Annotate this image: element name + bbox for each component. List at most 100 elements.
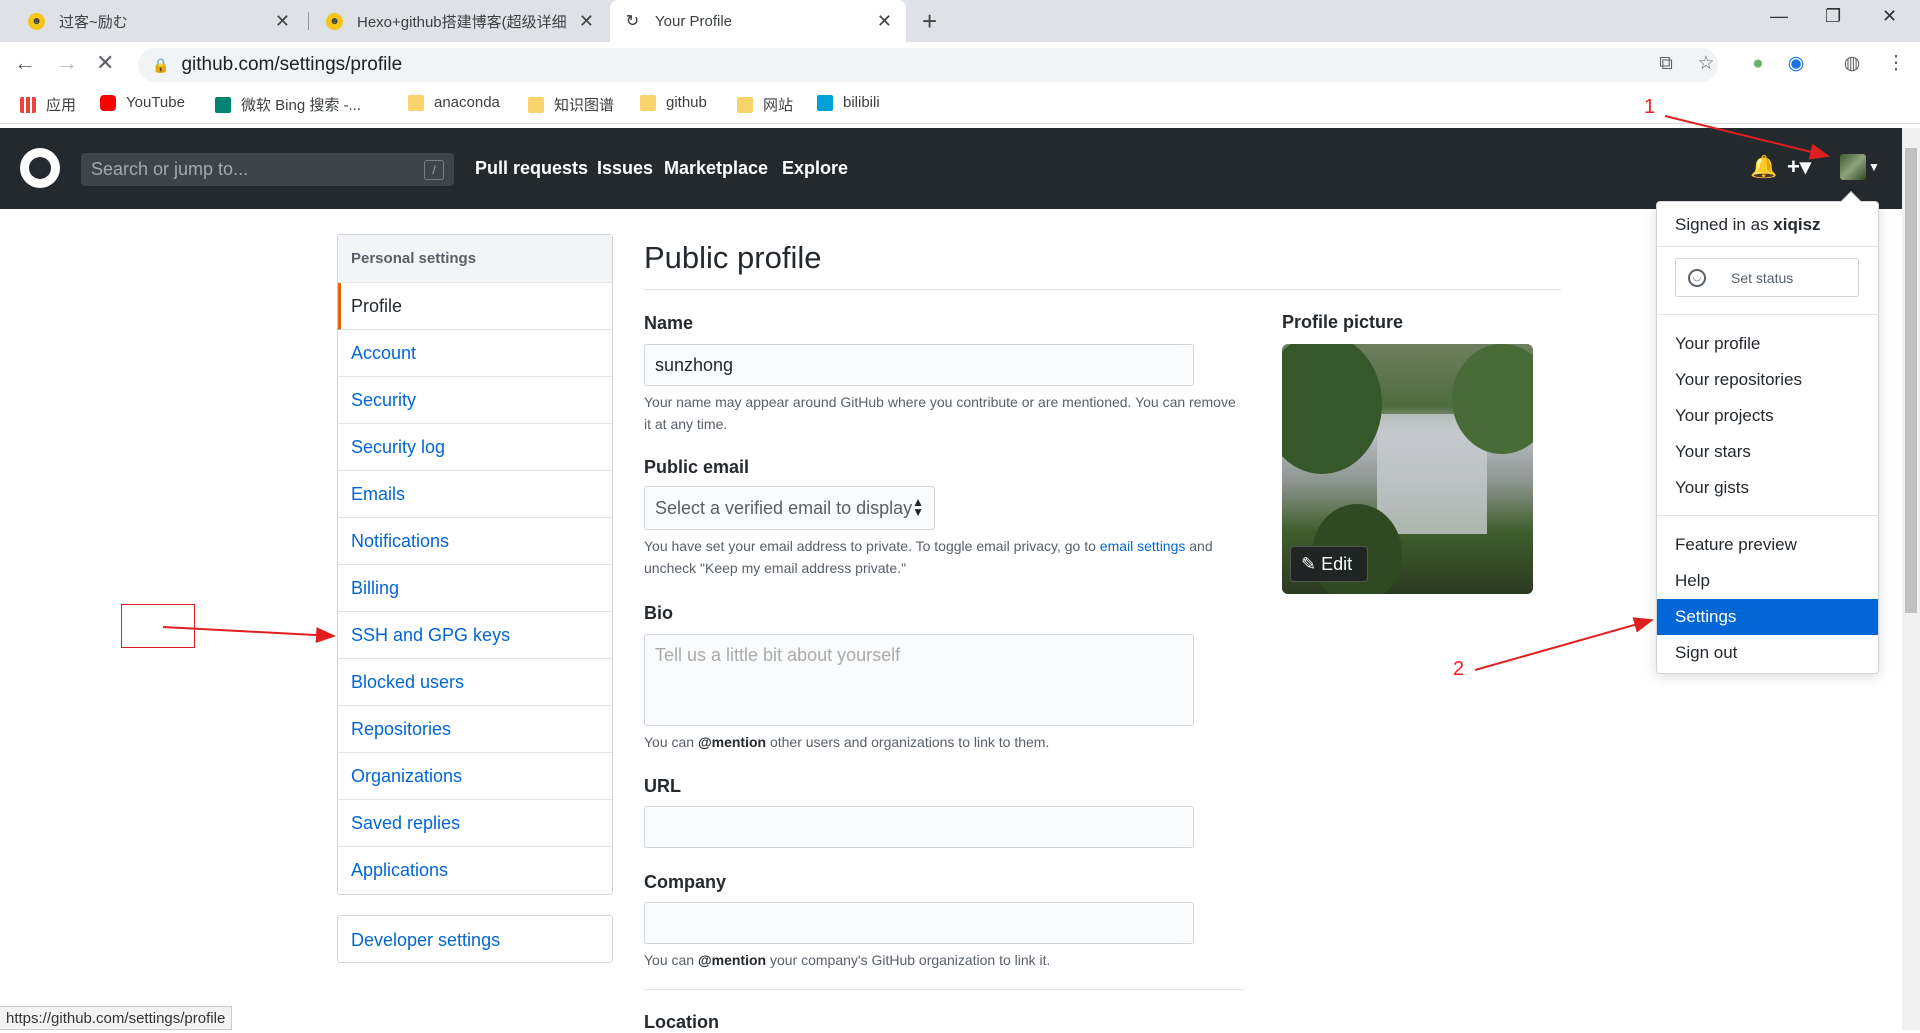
menu-sign-out[interactable]: Sign out	[1657, 635, 1878, 671]
minimize-icon[interactable]: —	[1770, 6, 1788, 27]
bookmark-folder[interactable]: 网站	[737, 94, 793, 115]
menu-your-stars[interactable]: Your stars	[1657, 434, 1878, 470]
bio-placeholder: Tell us a little bit about yourself	[655, 645, 901, 665]
public-email-select[interactable]: Select a verified email to display ▲ ▼	[644, 486, 935, 530]
sidebar-item-security-log[interactable]: Security log	[338, 424, 612, 471]
photo-tree	[1282, 344, 1382, 474]
close-tab-icon[interactable]: ✕	[877, 11, 892, 32]
browser-toolbar: ← → ✕ 🔒 github.com/settings/profile ⧉ ☆ …	[0, 42, 1920, 86]
menu-feature-preview[interactable]: Feature preview	[1657, 527, 1878, 563]
scrollbar-thumb[interactable]	[1905, 148, 1917, 613]
close-tab-icon[interactable]: ✕	[579, 11, 594, 32]
menu-your-gists[interactable]: Your gists	[1657, 470, 1878, 506]
avatar[interactable]	[1840, 154, 1866, 180]
nav-marketplace[interactable]: Marketplace	[664, 158, 768, 179]
email-settings-link[interactable]: email settings	[1100, 538, 1186, 554]
sidebar-item-ssh-gpg-keys[interactable]: SSH and GPG keys	[338, 612, 612, 659]
plus-dropdown-icon[interactable]: +▾	[1787, 154, 1811, 180]
menu-help[interactable]: Help	[1657, 563, 1878, 599]
bookmark-label: YouTube	[126, 94, 185, 111]
public-email-selected: Select a verified email to display	[655, 498, 913, 518]
bookmark-bing[interactable]: 微软 Bing 搜索 -...	[215, 94, 361, 115]
dropdown-divider	[1657, 515, 1878, 516]
user-dropdown-menu: Signed in as xiqisz ◡ Set status Your pro…	[1656, 191, 1879, 674]
mention-text: @mention	[697, 952, 767, 968]
signed-in-text: Signed in as	[1675, 215, 1774, 234]
menu-your-repositories[interactable]: Your repositories	[1657, 362, 1878, 398]
name-label: Name	[644, 313, 694, 333]
back-icon[interactable]: ←	[14, 50, 36, 76]
bing-icon	[215, 96, 231, 113]
page-scrollbar[interactable]	[1902, 128, 1920, 1030]
bookmark-folder[interactable]: anaconda	[408, 94, 500, 111]
bookmark-folder[interactable]: 知识图谱	[528, 94, 614, 115]
extension-icon[interactable]: ●	[1746, 52, 1770, 76]
tab-favicon-icon: ☻	[326, 12, 343, 30]
menu-your-projects[interactable]: Your projects	[1657, 398, 1878, 434]
signed-in-as: Signed in as xiqisz	[1675, 215, 1821, 235]
new-tab-icon[interactable]: +	[922, 6, 937, 37]
sidebar-item-organizations[interactable]: Organizations	[338, 753, 612, 800]
nav-issues[interactable]: Issues	[597, 158, 653, 179]
sidebar-item-blocked-users[interactable]: Blocked users	[338, 659, 612, 706]
bio-textarea[interactable]: Tell us a little bit about yourself	[644, 634, 1194, 726]
profile-picture: ✎ Edit	[1282, 344, 1533, 594]
sidebar-item-billing[interactable]: Billing	[338, 565, 612, 612]
sidebar-item-developer-settings[interactable]: Developer settings	[337, 915, 613, 963]
bookmark-bilibili[interactable]: bilibili	[817, 94, 880, 111]
stop-icon[interactable]: ✕	[96, 50, 114, 76]
menu-your-profile[interactable]: Your profile	[1657, 326, 1878, 362]
forward-icon[interactable]: →	[56, 50, 78, 76]
email-note-text: You have set your email address to priva…	[644, 538, 1100, 554]
dropdown-divider	[1657, 314, 1878, 315]
set-status-button[interactable]: ◡ Set status	[1675, 258, 1859, 297]
bell-icon[interactable]: 🔔	[1750, 154, 1777, 180]
close-tab-icon[interactable]: ✕	[275, 11, 290, 32]
sidebar-item-applications[interactable]: Applications	[338, 847, 612, 894]
name-field[interactable]: sunzhong	[644, 344, 1194, 386]
page-title: Public profile	[644, 240, 822, 275]
bookmark-label: 应用	[46, 97, 77, 114]
company-field[interactable]	[644, 902, 1194, 944]
nav-explore[interactable]: Explore	[782, 158, 848, 179]
bookmark-youtube[interactable]: YouTube	[100, 94, 185, 111]
bookmark-label: 微软 Bing 搜索 -...	[241, 97, 362, 114]
menu-icon[interactable]: ⋮	[1884, 52, 1908, 76]
close-window-icon[interactable]: ✕	[1882, 6, 1897, 27]
sidebar-item-notifications[interactable]: Notifications	[338, 518, 612, 565]
url-field[interactable]	[644, 806, 1194, 848]
extension-icon[interactable]: ◉	[1784, 52, 1808, 76]
bio-label: Bio	[644, 603, 673, 623]
annotation-box	[121, 604, 195, 648]
browser-tab[interactable]: ☻ Hexo+github搭建博客(超级详细 ✕	[312, 0, 608, 42]
browser-tab[interactable]: ☻ 过客~励む ✕	[14, 0, 304, 42]
bookmark-apps[interactable]: 应用	[20, 94, 76, 115]
bio-note: You can @mention other users and organiz…	[644, 731, 1244, 753]
folder-icon	[408, 94, 424, 111]
search-input[interactable]: Search or jump to... /	[81, 153, 454, 186]
bio-note-text: You can	[644, 734, 698, 750]
bookmark-label: github	[666, 94, 707, 111]
sidebar-item-saved-replies[interactable]: Saved replies	[338, 800, 612, 847]
star-icon[interactable]: ☆	[1694, 52, 1718, 76]
title-divider	[644, 289, 1561, 290]
sidebar-item-security[interactable]: Security	[338, 377, 612, 424]
sidebar-item-emails[interactable]: Emails	[338, 471, 612, 518]
browser-tab-active[interactable]: ↻ Your Profile ✕	[610, 0, 906, 42]
youtube-icon	[100, 94, 116, 111]
bookmark-folder[interactable]: github	[640, 94, 707, 111]
github-logo-icon[interactable]	[20, 148, 60, 188]
url-label: URL	[644, 776, 681, 796]
edit-picture-button[interactable]: ✎ Edit	[1290, 546, 1368, 582]
sidebar-item-profile[interactable]: Profile	[338, 283, 612, 330]
sidebar-item-repositories[interactable]: Repositories	[338, 706, 612, 753]
restore-icon[interactable]: ❐	[1825, 6, 1841, 27]
sidebar-item-account[interactable]: Account	[338, 330, 612, 377]
translate-icon[interactable]: ⧉	[1654, 52, 1678, 76]
edit-label: Edit	[1321, 554, 1353, 574]
address-bar[interactable]: 🔒 github.com/settings/profile	[138, 48, 1718, 82]
account-icon[interactable]: ◍	[1840, 52, 1864, 76]
folder-icon	[528, 96, 544, 113]
nav-pull-requests[interactable]: Pull requests	[475, 158, 588, 179]
menu-settings[interactable]: Settings	[1657, 599, 1878, 635]
